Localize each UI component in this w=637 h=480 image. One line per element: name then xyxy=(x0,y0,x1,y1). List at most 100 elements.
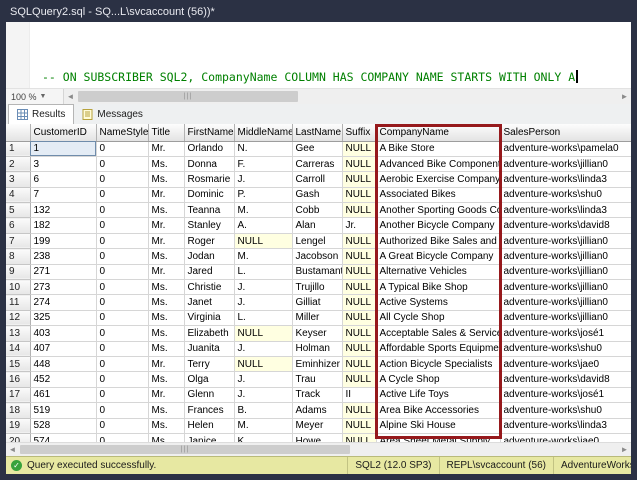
grid-cell[interactable]: Alpine Ski House xyxy=(376,418,500,433)
grid-cell[interactable]: 0 xyxy=(96,295,148,310)
grid-cell[interactable]: 519 xyxy=(30,403,96,418)
grid-cell[interactable]: Track xyxy=(292,387,342,402)
row-header[interactable]: 1 xyxy=(6,141,30,156)
column-header[interactable]: Title xyxy=(148,124,184,141)
grid-cell[interactable]: Associated Bikes xyxy=(376,187,500,202)
results-scrollbar-thumb[interactable]: ||| xyxy=(20,445,350,454)
grid-cell[interactable]: Ms. xyxy=(148,295,184,310)
grid-cell[interactable]: adventure-works\josé1 xyxy=(500,326,631,341)
grid-cell[interactable]: 574 xyxy=(30,433,96,442)
grid-cell[interactable]: NULL xyxy=(342,141,376,156)
grid-cell[interactable]: M. xyxy=(234,203,292,218)
grid-corner-cell[interactable] xyxy=(6,124,30,141)
grid-cell[interactable]: P. xyxy=(234,187,292,202)
grid-cell[interactable]: NULL xyxy=(342,203,376,218)
grid-cell[interactable]: 0 xyxy=(96,326,148,341)
grid-cell[interactable]: 132 xyxy=(30,203,96,218)
column-header[interactable]: FirstName xyxy=(184,124,234,141)
grid-cell[interactable]: Lengel xyxy=(292,233,342,248)
grid-cell[interactable]: All Cycle Shop xyxy=(376,310,500,325)
grid-cell[interactable]: Christie xyxy=(184,280,234,295)
grid-cell[interactable]: Aerobic Exercise Company xyxy=(376,172,500,187)
grid-cell[interactable]: 0 xyxy=(96,433,148,442)
grid-cell[interactable]: Janice xyxy=(184,433,234,442)
grid-cell[interactable]: 274 xyxy=(30,295,96,310)
grid-cell[interactable]: 0 xyxy=(96,233,148,248)
grid-cell[interactable]: Donna xyxy=(184,156,234,171)
grid-cell[interactable]: 7 xyxy=(30,187,96,202)
grid-cell[interactable]: Teanna xyxy=(184,203,234,218)
grid-cell[interactable]: Bustamante xyxy=(292,264,342,279)
grid-cell[interactable]: 0 xyxy=(96,172,148,187)
grid-cell[interactable]: adventure-works\linda3 xyxy=(500,418,631,433)
row-header[interactable]: 17 xyxy=(6,387,30,402)
sql-editor[interactable]: -- ON SUBSCRIBER SQL2, CompanyName COLUM… xyxy=(6,22,631,88)
grid-cell[interactable]: Ms. xyxy=(148,249,184,264)
row-header[interactable]: 20 xyxy=(6,433,30,442)
grid-cell[interactable]: NULL xyxy=(342,341,376,356)
row-header[interactable]: 16 xyxy=(6,372,30,387)
grid-cell[interactable]: J. xyxy=(234,341,292,356)
grid-cell[interactable]: 0 xyxy=(96,187,148,202)
grid-cell[interactable]: NULL xyxy=(342,433,376,442)
grid-cell[interactable]: 0 xyxy=(96,249,148,264)
grid-cell[interactable]: NULL xyxy=(342,187,376,202)
grid-cell[interactable]: 0 xyxy=(96,387,148,402)
column-header[interactable]: MiddleName xyxy=(234,124,292,141)
grid-cell[interactable]: Helen xyxy=(184,418,234,433)
grid-cell[interactable]: Olga xyxy=(184,372,234,387)
grid-cell[interactable]: adventure-works\pamela0 xyxy=(500,141,631,156)
grid-cell[interactable]: Jodan xyxy=(184,249,234,264)
grid-cell[interactable]: A Cycle Shop xyxy=(376,372,500,387)
grid-cell[interactable]: adventure-works\jillian0 xyxy=(500,295,631,310)
grid-cell[interactable]: 403 xyxy=(30,326,96,341)
grid-cell[interactable]: Carroll xyxy=(292,172,342,187)
grid-cell[interactable]: Keyser xyxy=(292,326,342,341)
grid-cell[interactable]: NULL xyxy=(234,356,292,371)
grid-cell[interactable]: Mr. xyxy=(148,387,184,402)
row-header[interactable]: 11 xyxy=(6,295,30,310)
column-header[interactable]: LastName xyxy=(292,124,342,141)
grid-cell[interactable]: Active Life Toys xyxy=(376,387,500,402)
row-header[interactable]: 4 xyxy=(6,187,30,202)
grid-cell[interactable]: adventure-works\jillian0 xyxy=(500,310,631,325)
row-header[interactable]: 15 xyxy=(6,356,30,371)
grid-cell[interactable]: NULL xyxy=(342,418,376,433)
row-header[interactable]: 14 xyxy=(6,341,30,356)
grid-cell[interactable]: Stanley xyxy=(184,218,234,233)
grid-cell[interactable]: Alternative Vehicles xyxy=(376,264,500,279)
grid-cell[interactable]: Mr. xyxy=(148,187,184,202)
grid-cell[interactable]: 3 xyxy=(30,156,96,171)
grid-cell[interactable]: NULL xyxy=(342,233,376,248)
grid-cell[interactable]: M. xyxy=(234,418,292,433)
column-header[interactable]: SalesPerson xyxy=(500,124,631,141)
grid-cell[interactable]: Authorized Bike Sales and Rental xyxy=(376,233,500,248)
row-header[interactable]: 5 xyxy=(6,203,30,218)
grid-cell[interactable]: Active Systems xyxy=(376,295,500,310)
grid-cell[interactable]: A Typical Bike Shop xyxy=(376,280,500,295)
grid-cell[interactable]: Gash xyxy=(292,187,342,202)
grid-cell[interactable]: NULL xyxy=(342,295,376,310)
grid-cell[interactable]: adventure-works\shu0 xyxy=(500,187,631,202)
grid-cell[interactable]: 0 xyxy=(96,156,148,171)
grid-cell[interactable]: Adams xyxy=(292,403,342,418)
grid-cell[interactable]: NULL xyxy=(342,264,376,279)
grid-cell[interactable]: Ms. xyxy=(148,156,184,171)
grid-cell[interactable]: adventure-works\jae0 xyxy=(500,356,631,371)
grid-cell[interactable]: Ms. xyxy=(148,280,184,295)
grid-cell[interactable]: 0 xyxy=(96,203,148,218)
grid-cell[interactable]: adventure-works\jillian0 xyxy=(500,233,631,248)
grid-cell[interactable]: B. xyxy=(234,403,292,418)
grid-cell[interactable]: Gee xyxy=(292,141,342,156)
grid-cell[interactable]: 0 xyxy=(96,403,148,418)
grid-cell[interactable]: Alan xyxy=(292,218,342,233)
grid-cell[interactable]: Roger xyxy=(184,233,234,248)
grid-cell[interactable]: Mr. xyxy=(148,264,184,279)
grid-cell[interactable]: 6 xyxy=(30,172,96,187)
sql-code-area[interactable]: -- ON SUBSCRIBER SQL2, CompanyName COLUM… xyxy=(30,22,631,88)
grid-cell[interactable]: Juanita xyxy=(184,341,234,356)
scroll-right-icon[interactable]: ► xyxy=(618,443,631,456)
grid-cell[interactable]: Area Bike Accessories xyxy=(376,403,500,418)
grid-cell[interactable]: NULL xyxy=(342,356,376,371)
grid-cell[interactable]: Carreras xyxy=(292,156,342,171)
